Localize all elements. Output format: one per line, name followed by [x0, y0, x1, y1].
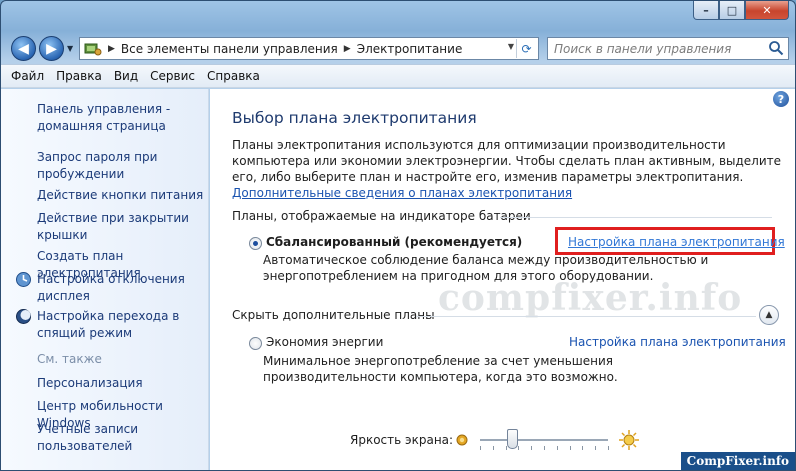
refresh-icon[interactable]: ⟳: [516, 39, 536, 58]
intro-paragraph: Планы электропитания используются для оп…: [232, 138, 782, 184]
arrow-right-icon: ▶: [46, 40, 57, 57]
watermark: compfixer.info: [438, 277, 743, 319]
brightness-tick: [492, 446, 494, 450]
sidebar-link-require-password[interactable]: Запрос пароля при пробуждении: [37, 149, 205, 183]
search-input[interactable]: Поиск в панели управления: [547, 37, 789, 60]
brightness-tick: [582, 446, 584, 450]
sidebar-link-personalization[interactable]: Персонализация: [37, 375, 205, 392]
maximize-button[interactable]: □: [719, 1, 745, 20]
brightness-tick: [595, 446, 597, 450]
collapse-button[interactable]: ▲: [759, 305, 779, 325]
battery-plans-heading: Планы, отображаемые на индикаторе батаре…: [232, 209, 531, 223]
sidebar-link-lid-close[interactable]: Действие при закрытии крышки: [37, 210, 205, 244]
chevron-up-icon: ▲: [765, 310, 773, 320]
caption-buttons: – □ ✕: [693, 1, 789, 20]
minimize-button[interactable]: –: [693, 1, 719, 20]
brightness-tick: [569, 446, 571, 450]
arrow-left-icon: ◀: [18, 40, 29, 57]
search-icon[interactable]: [768, 40, 784, 56]
economy-plan-radio[interactable]: [249, 337, 262, 350]
intro-text: Планы электропитания используются для оп…: [232, 137, 787, 201]
navigation-bar: ◀ ▶ ▼ ▶ Все элементы панели управления ▶…: [1, 34, 795, 62]
divider: [416, 316, 756, 317]
menu-bar: Файл Правка Вид Сервис Справка: [1, 64, 795, 88]
site-badge: CompFixer.info: [680, 452, 795, 470]
search-placeholder: Поиск в панели управления: [554, 41, 732, 56]
economy-plan-description: Минимальное энергопотребление за счет ум…: [263, 354, 618, 384]
brightness-slider-track[interactable]: [480, 439, 608, 441]
menu-help[interactable]: Справка: [207, 69, 260, 83]
hide-plans-heading: Скрыть дополнительные планы: [232, 308, 435, 322]
sidebar-link-sleep[interactable]: Настройка перехода в спящий режим: [37, 308, 205, 342]
breadcrumb-separator[interactable]: ▶: [344, 44, 351, 54]
more-info-link[interactable]: Дополнительные сведения о планах электро…: [232, 186, 572, 200]
close-button[interactable]: ✕: [745, 1, 789, 20]
brightness-label: Яркость экрана:: [350, 433, 454, 447]
back-button[interactable]: ◀: [11, 36, 36, 61]
brightness-tick: [480, 446, 481, 450]
control-panel-icon: [84, 41, 102, 57]
power-options-window: – □ ✕ ◀ ▶ ▼ ▶ Все элементы панели управл…: [0, 0, 796, 471]
brightness-slider-thumb[interactable]: [507, 429, 518, 449]
sidebar: Панель управления - домашняя страница За…: [1, 89, 209, 470]
display-icon: [16, 272, 31, 287]
main-content: ? Выбор плана электропитания Планы элект…: [210, 89, 795, 470]
bright-sun-icon: [619, 430, 639, 450]
menu-view[interactable]: Вид: [114, 69, 138, 83]
brightness-tick: [518, 446, 520, 450]
sleep-icon: [16, 309, 31, 324]
brightness-tick: [544, 446, 545, 450]
brightness-tick: [505, 446, 507, 450]
recent-pages-dropdown-icon[interactable]: ▼: [67, 44, 73, 53]
sidebar-link-display-off[interactable]: Настройка отключения дисплея: [37, 271, 205, 305]
menu-tools[interactable]: Сервис: [150, 69, 195, 83]
balanced-plan-name[interactable]: Сбалансированный (рекомендуется): [266, 235, 522, 249]
address-bar[interactable]: ▶ Все элементы панели управления ▶ Элект…: [79, 37, 539, 60]
breadcrumb-power-options[interactable]: Электропитание: [357, 42, 463, 56]
sidebar-link-control-panel-home[interactable]: Панель управления - домашняя страница: [37, 101, 205, 135]
brightness-tick: [531, 446, 533, 450]
sidebar-link-user-accounts[interactable]: Учетные записи пользователей: [37, 421, 205, 455]
breadcrumb-all-control-panel-items[interactable]: Все элементы панели управления: [121, 42, 338, 56]
page-title: Выбор плана электропитания: [232, 109, 477, 127]
see-also-heading: См. также: [37, 352, 102, 366]
balanced-plan-settings-link[interactable]: Настройка плана электропитания: [568, 235, 785, 249]
balanced-plan-radio[interactable]: [249, 237, 262, 250]
breadcrumb-separator[interactable]: ▶: [108, 44, 115, 54]
menu-file[interactable]: Файл: [11, 69, 44, 83]
brightness-tick: [556, 446, 558, 450]
economy-plan-name[interactable]: Экономия энергии: [266, 335, 383, 349]
economy-plan-settings-link[interactable]: Настройка плана электропитания: [569, 335, 786, 349]
forward-button[interactable]: ▶: [39, 36, 64, 61]
title-bar[interactable]: – □ ✕: [1, 1, 795, 33]
divider: [500, 217, 772, 218]
help-icon[interactable]: ?: [773, 91, 789, 107]
dim-sun-icon: [456, 434, 468, 446]
menu-edit[interactable]: Правка: [56, 69, 102, 83]
sidebar-link-power-button[interactable]: Действие кнопки питания: [37, 187, 205, 204]
address-dropdown-icon[interactable]: ▼: [508, 42, 514, 51]
brightness-tick: [608, 446, 609, 450]
